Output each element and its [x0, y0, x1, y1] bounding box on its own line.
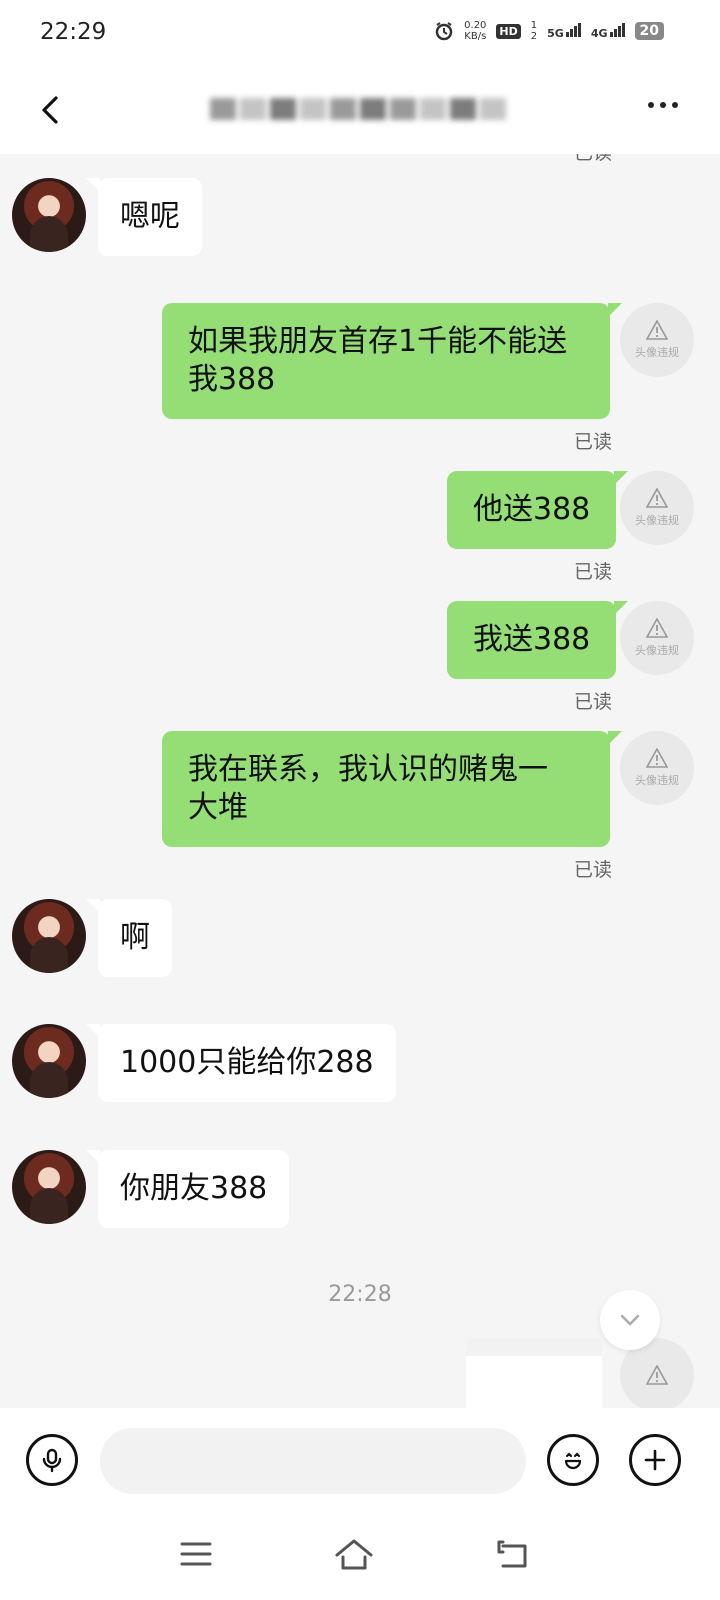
warning-triangle-icon — [646, 488, 668, 508]
signal-4g: 4G — [590, 22, 625, 40]
avatar-violation-label: 头像违规 — [635, 514, 679, 527]
nav-home-button[interactable] — [328, 1528, 380, 1580]
avatar-violation-placeholder[interactable]: 头像违规 — [620, 731, 694, 805]
signal-5g: 5G — [547, 22, 581, 40]
net2-label: 4G — [590, 26, 608, 40]
read-receipt: 已读 — [574, 154, 612, 165]
network-speed-unit: KB/s — [464, 31, 487, 42]
read-receipt: 已读 — [574, 561, 613, 583]
message-input[interactable] — [100, 1428, 526, 1494]
avatar-violation-label: 头像违规 — [635, 346, 679, 359]
status-icons: 0.20 KB/s HD 12 5G 4G 20 — [434, 20, 664, 42]
network-speed-value: 0.20 — [464, 20, 487, 31]
hd-badge: HD — [496, 23, 521, 39]
nav-back-button[interactable] — [486, 1528, 538, 1580]
message-bubble-outgoing[interactable]: 他送388 — [447, 471, 629, 549]
image-message-thumbnail[interactable] — [466, 1338, 602, 1408]
back-button[interactable] — [34, 92, 70, 128]
message-bubble-incoming[interactable]: 啊 — [86, 899, 172, 977]
system-nav-bar — [0, 1512, 720, 1600]
avatar-violation-placeholder[interactable]: 头像违规 — [620, 601, 694, 675]
message-bubble-outgoing[interactable]: 我在联系，我认识的赌鬼一 大堆 — [162, 731, 622, 847]
network-speed: 0.20 KB/s — [464, 20, 486, 42]
warning-triangle-icon — [646, 618, 668, 638]
add-button[interactable] — [629, 1434, 681, 1486]
message-text-line: 大堆 — [188, 790, 248, 825]
read-receipt: 已读 — [574, 859, 613, 881]
read-receipt: 已读 — [574, 691, 613, 713]
more-dots-icon — [648, 102, 654, 108]
message-text-line: 如果我朋友首存1千能不能送 — [188, 324, 568, 359]
avatar-violation-placeholder[interactable]: 头像违规 — [620, 303, 694, 377]
avatar-violation-placeholder[interactable]: 头像违规 — [620, 471, 694, 545]
message-bubble-incoming[interactable]: 嗯呢 — [86, 178, 202, 256]
read-receipt: 已读 — [574, 431, 613, 453]
message-list[interactable]: 已读 嗯呢 如果我朋友首存1千能不能送 我388 头像违规 已读 他送388 头… — [0, 154, 720, 1408]
avatar-violation-label: 头像违规 — [635, 644, 679, 657]
warning-triangle-icon — [646, 748, 668, 768]
nav-menu-button[interactable] — [170, 1528, 222, 1580]
status-time: 22:29 — [40, 19, 107, 45]
emoji-icon — [564, 1452, 582, 1470]
avatar-violation-label: 头像违规 — [635, 774, 679, 787]
microphone-icon — [42, 1448, 62, 1473]
home-icon — [335, 1539, 373, 1570]
chat-title-obscured — [210, 92, 520, 126]
sim2-label: 2 — [530, 31, 538, 42]
warning-triangle-icon — [646, 1365, 668, 1385]
contact-avatar[interactable] — [12, 1024, 86, 1098]
contact-avatar[interactable] — [12, 178, 86, 252]
sim-indicator: 12 — [531, 20, 537, 42]
signal-bars-icon — [609, 22, 625, 40]
message-text-line: 我在联系，我认识的赌鬼一 — [188, 752, 548, 787]
chevron-left-icon — [42, 96, 58, 124]
plus-icon — [644, 1449, 666, 1471]
net1-label: 5G — [547, 26, 564, 40]
contact-avatar[interactable] — [12, 1150, 86, 1224]
scroll-to-bottom-button[interactable] — [600, 1290, 660, 1350]
contact-avatar[interactable] — [12, 899, 86, 973]
sim1-label: 1 — [530, 20, 538, 31]
message-bubble-incoming[interactable]: 你朋友388 — [85, 1150, 290, 1228]
alarm-icon — [435, 22, 453, 41]
more-options-button[interactable] — [648, 102, 678, 108]
message-bubble-outgoing[interactable]: 我送388 — [447, 601, 629, 679]
message-bubble-outgoing[interactable]: 如果我朋友首存1千能不能送 我388 — [162, 303, 622, 419]
back-icon — [497, 1540, 527, 1568]
signal-bars-icon — [565, 22, 581, 40]
chevron-down-icon — [620, 1314, 640, 1326]
battery-indicator: 20 — [634, 22, 664, 40]
emoji-button[interactable] — [547, 1434, 599, 1486]
message-text-line: 我388 — [188, 362, 276, 397]
chat-header — [0, 66, 720, 154]
menu-icon — [180, 1542, 212, 1566]
warning-triangle-icon — [646, 320, 668, 340]
compose-bar — [0, 1408, 720, 1512]
voice-button[interactable] — [26, 1434, 78, 1486]
status-bar: 22:29 0.20 KB/s HD 12 5G 4G 20 — [0, 0, 720, 66]
message-bubble-incoming[interactable]: 1000只能给你288 — [86, 1024, 396, 1102]
